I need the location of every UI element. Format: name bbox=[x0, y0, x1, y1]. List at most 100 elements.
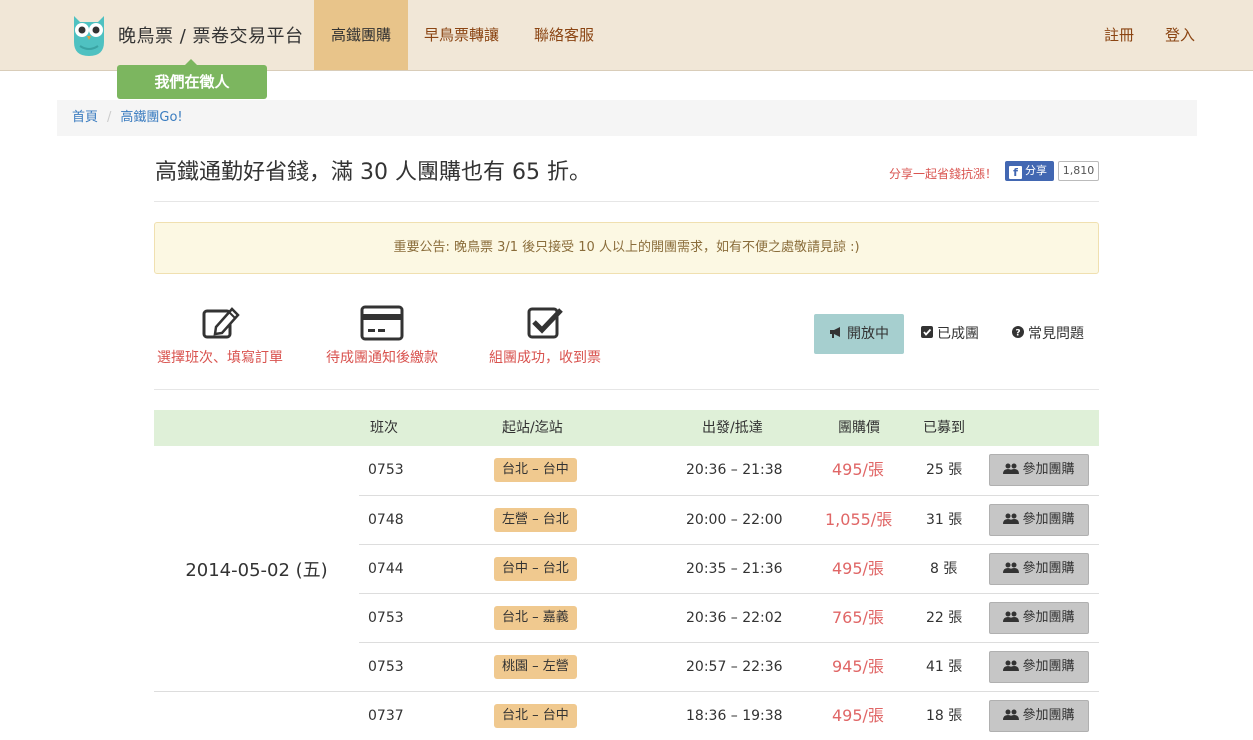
train-number: 0744 bbox=[368, 561, 404, 577]
join-label: 參加團購 bbox=[1022, 610, 1075, 625]
join-group-button[interactable]: 參加團購 bbox=[989, 651, 1089, 683]
nav-group-buy[interactable]: 高鐵團購 bbox=[314, 0, 408, 70]
join-label: 參加團購 bbox=[1022, 561, 1075, 576]
users-icon bbox=[1003, 513, 1020, 524]
route-badge: 台北 – 台中 bbox=[494, 704, 577, 728]
join-group-button[interactable]: 參加團購 bbox=[989, 602, 1089, 634]
breadcrumb-current[interactable]: 高鐵團Go! bbox=[120, 110, 182, 125]
facebook-share-label: 分享 bbox=[1025, 164, 1047, 177]
brand-link[interactable]: 晚鳥票 / 票卷交易平台 bbox=[70, 12, 304, 58]
hiring-badge[interactable]: 我們在徵人 bbox=[117, 59, 267, 99]
route-badge: 左營 – 台北 bbox=[494, 508, 577, 532]
group-price: 765/張 bbox=[832, 608, 884, 627]
join-label: 參加團購 bbox=[1022, 462, 1075, 477]
step-payment: 待成團通知後繳款 bbox=[302, 305, 462, 367]
step-label: 待成團通知後繳款 bbox=[326, 350, 438, 366]
page-title: 高鐵通勤好省錢，滿 30 人團購也有 65 折。 bbox=[155, 160, 591, 185]
users-icon bbox=[1003, 709, 1020, 720]
users-icon bbox=[1003, 562, 1020, 573]
group-price: 495/張 bbox=[832, 559, 884, 578]
train-number: 0748 bbox=[368, 512, 404, 528]
users-icon bbox=[1003, 611, 1020, 622]
breadcrumb-home[interactable]: 首頁 bbox=[72, 110, 98, 125]
table-row: 0753 台北 – 嘉義 20:36 – 22:02 765/張 22 張 參加團購 bbox=[359, 593, 1099, 642]
checkbox-icon bbox=[921, 314, 933, 354]
tab-faq-label: 常見問題 bbox=[1028, 326, 1084, 342]
joined-count: 41 張 bbox=[926, 659, 963, 675]
divider bbox=[154, 201, 1099, 202]
depart-arrive-time: 20:57 – 22:36 bbox=[686, 659, 783, 675]
share-count: 1,810 bbox=[1058, 161, 1099, 181]
table-header: 班次 起站/迄站 出發/抵達 團購價 已募到 bbox=[154, 410, 1099, 446]
depart-arrive-time: 20:36 – 22:02 bbox=[686, 610, 783, 626]
announcement-banner: 重要公告: 晚鳥票 3/1 後只接受 10 人以上的開團需求，如有不便之處敬請見… bbox=[154, 222, 1099, 274]
join-group-button[interactable]: 參加團購 bbox=[989, 454, 1089, 486]
depart-arrive-time: 20:36 – 21:38 bbox=[686, 462, 783, 478]
table-row: 0753 台北 – 台中 20:36 – 21:38 495/張 25 張 參加團購 bbox=[359, 446, 1099, 495]
step-receive-ticket: 組團成功，收到票 bbox=[465, 305, 625, 367]
col-joined: 已募到 bbox=[923, 420, 965, 436]
joined-count: 8 張 bbox=[930, 561, 958, 577]
divider bbox=[154, 389, 1099, 390]
check-square-icon bbox=[527, 307, 563, 339]
credit-card-icon bbox=[360, 305, 404, 341]
train-number: 0753 bbox=[368, 659, 404, 675]
nav-customer-service[interactable]: 聯絡客服 bbox=[518, 0, 610, 70]
divider bbox=[154, 691, 1099, 692]
route-badge: 台北 – 台中 bbox=[494, 458, 577, 482]
tab-formed[interactable]: 已成團 bbox=[921, 314, 979, 354]
depart-arrive-time: 20:00 – 22:00 bbox=[686, 512, 783, 528]
depart-arrive-time: 18:36 – 19:38 bbox=[686, 708, 783, 724]
col-train: 班次 bbox=[370, 420, 398, 436]
join-group-button[interactable]: 參加團購 bbox=[989, 504, 1089, 536]
step-label: 選擇班次、填寫訂單 bbox=[157, 350, 283, 366]
joined-count: 22 張 bbox=[926, 610, 963, 626]
col-time: 出發/抵達 bbox=[702, 420, 763, 436]
svg-text:?: ? bbox=[1015, 329, 1020, 339]
join-group-button[interactable]: 參加團購 bbox=[989, 700, 1089, 732]
route-badge: 台北 – 嘉義 bbox=[494, 606, 577, 630]
joined-count: 18 張 bbox=[926, 708, 963, 724]
table-row: 0753 桃園 – 左營 20:57 – 22:36 945/張 41 張 參加團購 bbox=[359, 642, 1099, 691]
train-number: 0753 bbox=[368, 610, 404, 626]
users-icon bbox=[1003, 463, 1020, 474]
step-label: 組團成功，收到票 bbox=[489, 350, 601, 366]
group-price: 945/張 bbox=[832, 657, 884, 676]
step-select-train: 選擇班次、填寫訂單 bbox=[140, 305, 300, 367]
depart-arrive-time: 20:35 – 21:36 bbox=[686, 561, 783, 577]
join-label: 參加團購 bbox=[1022, 512, 1075, 527]
breadcrumb: 首頁 / 高鐵團Go! bbox=[57, 100, 1197, 136]
table-row: 0748 左營 – 台北 20:00 – 22:00 1,055/張 31 張 參加團購 bbox=[359, 495, 1099, 544]
brand-title: 晚鳥票 / 票卷交易平台 bbox=[118, 26, 304, 47]
tab-open-label: 開放中 bbox=[847, 326, 889, 342]
group-price: 495/張 bbox=[832, 460, 884, 479]
megaphone-icon bbox=[829, 314, 843, 354]
joined-count: 25 張 bbox=[926, 462, 963, 478]
train-number: 0753 bbox=[368, 462, 404, 478]
table-row: 0737 台北 – 台中 18:36 – 19:38 495/張 18 張 參加團購 bbox=[154, 691, 1099, 740]
table-row: 0744 台中 – 台北 20:35 – 21:36 495/張 8 張 參加團購 bbox=[359, 544, 1099, 593]
route-badge: 桃園 – 左營 bbox=[494, 655, 577, 679]
col-route: 起站/迄站 bbox=[502, 420, 563, 436]
login-link[interactable]: 登入 bbox=[1165, 0, 1195, 70]
breadcrumb-separator: / bbox=[107, 110, 112, 125]
nav-early-bird-transfer[interactable]: 早鳥票轉讓 bbox=[408, 0, 515, 70]
edit-icon bbox=[202, 307, 240, 339]
join-group-button[interactable]: 參加團購 bbox=[989, 553, 1089, 585]
departure-date: 2014-05-02 (五) bbox=[185, 559, 328, 581]
group-price: 1,055/張 bbox=[825, 510, 893, 529]
group-price: 495/張 bbox=[832, 706, 884, 725]
question-circle-icon: ? bbox=[1012, 314, 1024, 354]
tab-open[interactable]: 開放中 bbox=[814, 314, 904, 354]
joined-count: 31 張 bbox=[926, 512, 963, 528]
tab-faq[interactable]: ? 常見問題 bbox=[1012, 314, 1084, 354]
route-badge: 台中 – 台北 bbox=[494, 557, 577, 581]
register-link[interactable]: 註冊 bbox=[1104, 0, 1134, 70]
facebook-icon: f bbox=[1009, 166, 1022, 179]
share-prompt: 分享一起省錢抗漲！ bbox=[889, 167, 998, 181]
join-label: 參加團購 bbox=[1022, 659, 1075, 674]
train-number: 0737 bbox=[368, 708, 404, 724]
col-price: 團購價 bbox=[838, 420, 880, 436]
join-label: 參加團購 bbox=[1022, 708, 1075, 723]
facebook-share-button[interactable]: f 分享 bbox=[1005, 161, 1054, 181]
